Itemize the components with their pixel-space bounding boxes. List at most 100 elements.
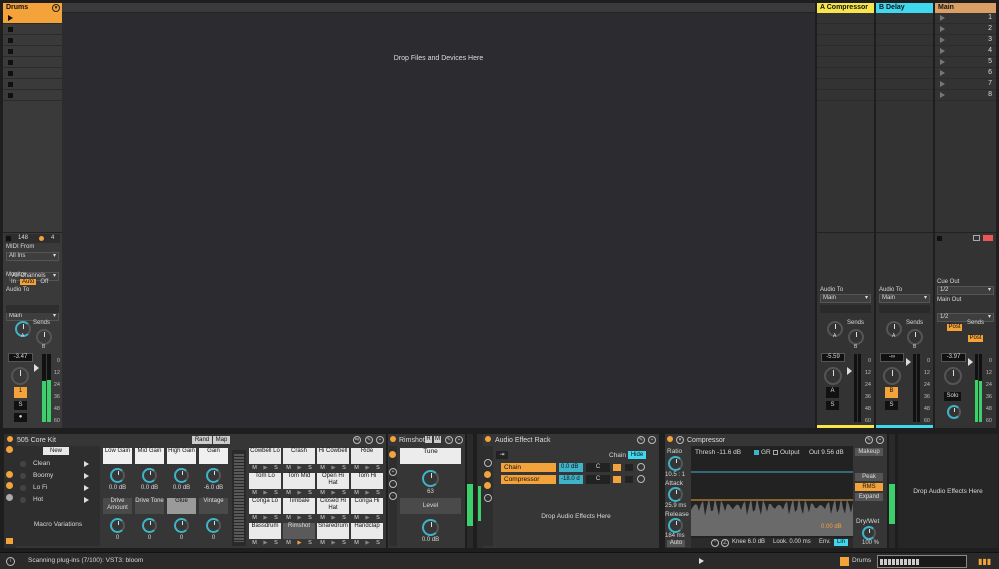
clip-stop-icon[interactable] — [8, 93, 13, 98]
rand-button[interactable]: Rand — [192, 436, 212, 444]
pad-play-icon[interactable]: ▶ — [365, 465, 369, 472]
ratio-knob[interactable] — [668, 456, 683, 471]
pad-play-icon[interactable]: ▶ — [297, 490, 301, 497]
output-toggle-icon[interactable] — [773, 450, 778, 455]
pad-overview[interactable] — [232, 450, 246, 546]
pad-mute-button[interactable]: M — [354, 465, 359, 472]
clip-stop-icon[interactable] — [8, 60, 13, 65]
pad-play-icon[interactable]: ▶ — [263, 490, 267, 497]
macro-knob[interactable] — [206, 468, 221, 483]
macro-label[interactable]: Glue — [167, 498, 196, 514]
clip-stop-icon[interactable] — [8, 38, 13, 43]
pad-mute-button[interactable]: M — [252, 465, 257, 472]
main-record-icon[interactable] — [983, 235, 993, 241]
drywet-value[interactable]: 100 % — [862, 540, 879, 546]
rimshot-on-icon[interactable] — [389, 451, 396, 458]
env-lin-button[interactable]: Lin — [834, 539, 848, 546]
pad-solo-button[interactable]: S — [342, 515, 346, 522]
chain-volume[interactable]: 0.0 dB — [559, 463, 583, 472]
macro-value[interactable]: 0.0 dB — [135, 485, 164, 491]
rack-collapse-icon[interactable] — [6, 538, 13, 544]
macro-knob[interactable] — [174, 518, 189, 533]
drum-pad[interactable]: Handclap M ▶ S — [351, 523, 383, 547]
main-view-icon[interactable] — [973, 235, 980, 241]
scene-slot[interactable]: 5 — [935, 57, 996, 68]
drum-pad[interactable]: Tom Lo M ▶ S — [249, 473, 281, 497]
chain-solo-button[interactable] — [625, 464, 633, 471]
compressor-power-icon[interactable] — [667, 436, 673, 442]
pad-solo-button[interactable]: S — [376, 490, 380, 497]
show-macros-icon[interactable] — [6, 471, 13, 478]
drum-pad[interactable]: Snaredrum M ▶ S — [317, 523, 349, 547]
return-b-audio-to-select[interactable]: Main — [879, 294, 930, 303]
scene-slot[interactable]: 7 — [935, 79, 996, 90]
tempo-value[interactable]: 148 — [18, 235, 28, 241]
clip-slot[interactable] — [3, 13, 62, 24]
rimshot-icon-a[interactable]: + — [389, 468, 397, 476]
clip-play-icon[interactable] — [8, 15, 13, 21]
fx-macros-icon[interactable]: · — [484, 459, 492, 467]
pad-mute-button[interactable]: M — [354, 515, 359, 522]
drywet-knob[interactable] — [862, 526, 876, 540]
variation-arrow-icon[interactable] — [84, 485, 89, 491]
macro-value[interactable]: 0 — [199, 535, 228, 541]
pad-solo-button[interactable]: S — [308, 490, 312, 497]
post-button-b[interactable]: Post — [968, 335, 983, 342]
return-b-activator-button[interactable]: B — [885, 387, 898, 398]
pad-mute-button[interactable]: M — [252, 490, 257, 497]
clip-slot[interactable] — [3, 24, 62, 35]
scene-launch-icon[interactable] — [940, 48, 945, 54]
map-button[interactable]: Map — [213, 436, 230, 444]
drum-pad[interactable]: Bassdrum M ▶ S — [249, 523, 281, 547]
clip-stop-icon[interactable] — [8, 27, 13, 32]
scene-launch-icon[interactable] — [940, 26, 945, 32]
scene-launch-icon[interactable] — [940, 92, 945, 98]
rimshot-edit-icon[interactable]: ✎ — [445, 436, 453, 444]
main-solo-button[interactable]: Solo — [944, 392, 961, 401]
monitor-auto[interactable]: Auto — [20, 279, 37, 285]
pad-play-icon[interactable]: ▶ — [331, 465, 335, 472]
drum-pad[interactable]: Tom Mid M ▶ S — [283, 473, 315, 497]
variation-lock-icon[interactable] — [20, 473, 26, 479]
hide-chains-button[interactable]: Hide — [628, 451, 646, 459]
pad-mute-button[interactable]: M — [354, 490, 359, 497]
clip-slot[interactable] — [3, 57, 62, 68]
pad-mute-button[interactable]: M — [320, 490, 325, 497]
drum-pad[interactable]: Open Hi Hat M ▶ S — [317, 473, 349, 497]
compressor-display[interactable]: Thresh -11.6 dB GR Output Out 9.56 dB 0.… — [691, 446, 853, 548]
pad-solo-button[interactable]: S — [274, 515, 278, 522]
drum-pad[interactable]: Tom Hi M ▶ S — [351, 473, 383, 497]
chain-pan[interactable]: C — [586, 463, 610, 472]
pad-play-icon[interactable]: ▶ — [365, 490, 369, 497]
thresh-readout[interactable]: Thresh -11.6 dB — [695, 449, 741, 456]
macro-label[interactable]: Drive Amount — [103, 498, 132, 514]
return-a-activator-button[interactable]: A — [826, 387, 839, 398]
main-out-select[interactable]: 1/2 — [937, 313, 994, 322]
pad-play-icon[interactable]: ▶ — [365, 515, 369, 522]
rimshot-power-icon[interactable] — [390, 436, 396, 442]
rack-save-icon[interactable]: ▪ — [376, 436, 384, 444]
chain-hotswap-icon[interactable] — [637, 463, 645, 471]
drum-pad[interactable]: Conga Hi M ▶ S — [351, 498, 383, 522]
device-power-icon[interactable] — [7, 436, 13, 442]
arm-button[interactable]: ● — [14, 413, 27, 422]
return-a-solo-button[interactable]: S — [826, 401, 839, 410]
pad-mute-button[interactable]: M — [320, 515, 325, 522]
pad-solo-button[interactable]: S — [308, 515, 312, 522]
pad-play-icon[interactable]: ▶ — [331, 490, 335, 497]
chain-pan[interactable]: C — [586, 475, 610, 484]
pad-mute-button[interactable]: M — [354, 540, 359, 547]
macro-label[interactable]: Gain — [199, 448, 228, 464]
stop-all-icon[interactable] — [6, 236, 11, 241]
drum-pad[interactable]: Timbale M ▶ S — [283, 498, 315, 522]
return-a-audio-to-select[interactable]: Main — [820, 294, 871, 303]
drum-pad[interactable]: Ride M ▶ S — [351, 448, 383, 472]
makeup-button[interactable]: Makeup — [855, 448, 883, 456]
chain-speaker-icon[interactable] — [613, 476, 621, 483]
compressor-edit-icon[interactable]: ✎ — [865, 436, 873, 444]
main-fader-arrow-icon[interactable] — [968, 358, 973, 366]
clip-stop-icon[interactable] — [8, 71, 13, 76]
drum-pad[interactable]: Crash M ▶ S — [283, 448, 315, 472]
chain-speaker-icon[interactable] — [613, 464, 621, 471]
return-a-header[interactable]: A Compressor — [817, 3, 874, 13]
